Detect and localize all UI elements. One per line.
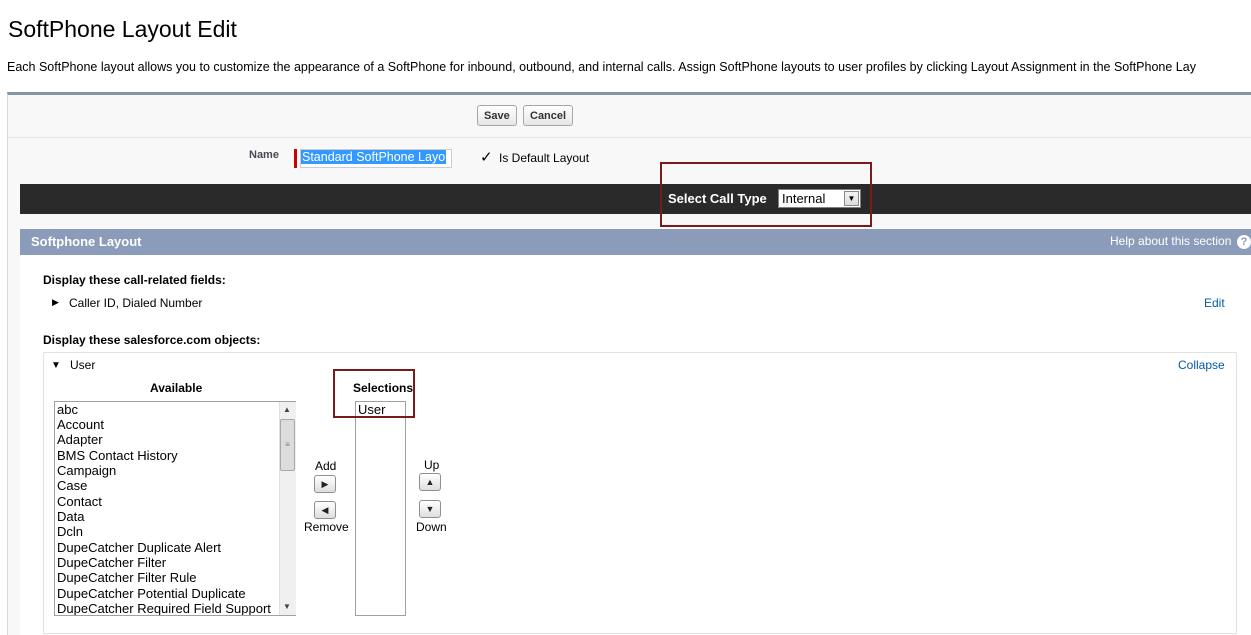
list-item[interactable]: DupeCatcher Filter — [57, 555, 166, 570]
required-indicator — [294, 149, 297, 168]
name-label: Name — [249, 149, 279, 161]
collapse-icon[interactable]: ▼ — [51, 360, 61, 371]
help-link[interactable]: Help about this section — [1110, 234, 1231, 248]
list-item[interactable]: Data — [57, 509, 84, 524]
add-label: Add — [315, 459, 337, 473]
available-label: Available — [150, 381, 203, 395]
name-input-value: Standard SoftPhone Layo — [301, 150, 447, 164]
move-down-button[interactable]: ▼ — [419, 500, 441, 518]
add-button[interactable]: ▶ — [314, 475, 336, 493]
default-layout-label: Is Default Layout — [499, 151, 590, 165]
selections-highlight-box — [333, 369, 415, 418]
list-item[interactable]: BMS Contact History — [57, 448, 178, 463]
available-list[interactable]: abc Account Adapter BMS Contact History … — [54, 401, 296, 616]
call-type-highlight-box — [660, 162, 872, 227]
scrollbar-thumb[interactable]: ≡ — [280, 419, 295, 471]
cancel-button[interactable]: Cancel — [523, 105, 574, 126]
list-item[interactable]: Contact — [57, 494, 102, 509]
save-button[interactable]: Save — [477, 105, 517, 126]
down-label: Down — [416, 520, 447, 534]
button-bar: Save Cancel — [8, 95, 1251, 138]
list-item[interactable]: Account — [57, 417, 104, 432]
list-item[interactable]: DupeCatcher Potential Duplicate — [57, 586, 246, 601]
edit-link[interactable]: Edit — [1204, 296, 1225, 310]
page-description: Each SoftPhone layout allows you to cust… — [7, 60, 1196, 74]
move-up-button[interactable]: ▲ — [419, 473, 441, 491]
collapse-link[interactable]: Collapse — [1178, 358, 1225, 372]
scroll-up-icon[interactable]: ▲ — [279, 402, 295, 418]
selections-list[interactable] — [355, 401, 406, 616]
expand-icon[interactable]: ▶ — [52, 297, 59, 308]
section-title: Softphone Layout — [31, 234, 142, 249]
fields-value: Caller ID, Dialed Number — [69, 296, 203, 310]
list-item[interactable]: abc — [57, 402, 78, 417]
objects-heading: Display these salesforce.com objects: — [43, 333, 261, 347]
default-layout-checkbox[interactable]: ✓ — [480, 148, 493, 166]
help-icon[interactable]: ? — [1237, 235, 1251, 249]
list-item[interactable]: DupeCatcher Required Field Support — [57, 601, 271, 615]
list-item[interactable]: Campaign — [57, 463, 116, 478]
name-input[interactable]: Standard SoftPhone Layo — [300, 149, 452, 168]
fields-heading: Display these call-related fields: — [43, 273, 226, 287]
up-label: Up — [424, 458, 440, 472]
remove-label: Remove — [304, 520, 349, 534]
list-item[interactable]: Adapter — [57, 432, 103, 447]
remove-button[interactable]: ◀ — [314, 501, 336, 519]
scroll-down-icon[interactable]: ▼ — [279, 599, 295, 615]
list-item[interactable]: Case — [57, 478, 87, 493]
section-header — [20, 229, 1251, 255]
list-item[interactable]: Dcln — [57, 524, 83, 539]
list-item[interactable]: DupeCatcher Filter Rule — [57, 570, 196, 585]
page-title: SoftPhone Layout Edit — [8, 16, 237, 42]
call-type-bar — [20, 184, 1251, 214]
list-item[interactable]: DupeCatcher Duplicate Alert — [57, 540, 221, 555]
user-object-label: User — [70, 358, 96, 372]
